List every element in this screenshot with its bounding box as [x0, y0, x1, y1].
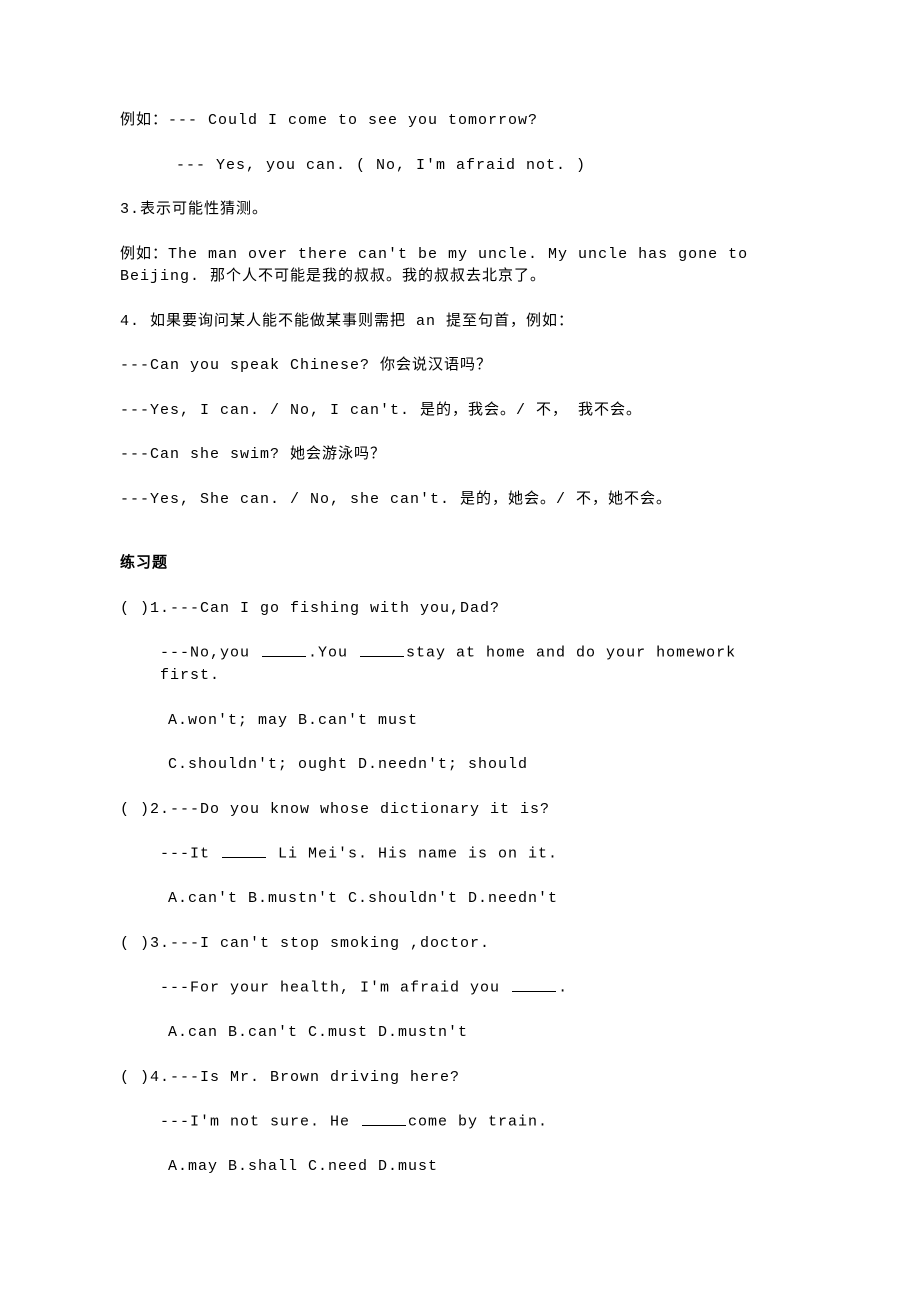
dialogue-line-3: ---Can she swim? 她会游泳吗？ — [120, 444, 800, 467]
example-line-1: 例如：--- Could I come to see you tomorrow? — [120, 110, 800, 133]
example-line-2: --- Yes, you can. ( No, I'm afraid not. … — [120, 155, 800, 178]
dialogue-line-2: ---Yes, I can. / No, I can't. 是的，我会。/ 不，… — [120, 400, 800, 423]
fill-blank[interactable] — [222, 843, 266, 858]
q4-response-pre: ---I'm not sure. He — [160, 1114, 360, 1131]
q1-response-pre: ---No,you — [160, 645, 260, 662]
q2-stem: ( )2.---Do you know whose dictionary it … — [120, 799, 800, 822]
q2-response-post: Li Mei's. His name is on it. — [268, 846, 558, 863]
q1-options-line2: C.shouldn't; ought D.needn't; should — [120, 754, 800, 777]
fill-blank[interactable] — [360, 642, 404, 657]
q3-response-post: . — [558, 980, 568, 997]
q4-options: A.may B.shall C.need D.must — [120, 1156, 800, 1179]
q2-options: A.can't B.mustn't C.shouldn't D.needn't — [120, 888, 800, 911]
q3-response-pre: ---For your health, I'm afraid you — [160, 980, 510, 997]
q1-options-line1: A.won't; may B.can't must — [120, 710, 800, 733]
point-4-heading: 4. 如果要询问某人能不能做某事则需把 an 提至句首，例如： — [120, 311, 800, 334]
q1-response-mid: .You — [308, 645, 358, 662]
q4-response-post: come by train. — [408, 1114, 548, 1131]
q1-stem: ( )1.---Can I go fishing with you,Dad? — [120, 598, 800, 621]
point-3-heading: 3.表示可能性猜测。 — [120, 199, 800, 222]
fill-blank[interactable] — [262, 642, 306, 657]
fill-blank[interactable] — [362, 1111, 406, 1126]
dialogue-line-1: ---Can you speak Chinese? 你会说汉语吗？ — [120, 355, 800, 378]
q4-response: ---I'm not sure. He come by train. — [120, 1111, 800, 1134]
dialogue-line-4: ---Yes, She can. / No, she can't. 是的，她会。… — [120, 489, 800, 512]
q4-stem: ( )4.---Is Mr. Brown driving here? — [120, 1067, 800, 1090]
exercise-title: 练习题 — [120, 553, 800, 576]
point-3-example: 例如：The man over there can't be my uncle.… — [120, 244, 800, 289]
q3-stem: ( )3.---I can't stop smoking ,doctor. — [120, 933, 800, 956]
document-page: 例如：--- Could I come to see you tomorrow?… — [0, 0, 920, 1261]
q3-options: A.can B.can't C.must D.mustn't — [120, 1022, 800, 1045]
q2-response-pre: ---It — [160, 846, 220, 863]
q3-response: ---For your health, I'm afraid you . — [120, 977, 800, 1000]
fill-blank[interactable] — [512, 977, 556, 992]
q1-response: ---No,you .You stay at home and do your … — [120, 642, 800, 688]
q2-response: ---It Li Mei's. His name is on it. — [120, 843, 800, 866]
